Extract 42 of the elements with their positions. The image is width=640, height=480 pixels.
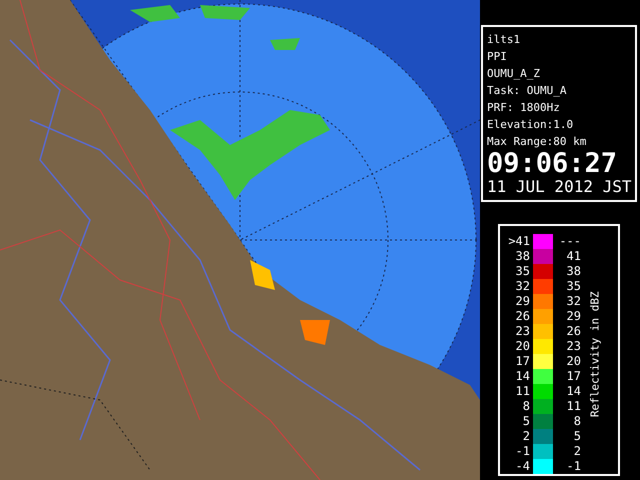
legend-high-value: 23 [566,339,581,354]
legend-high-value: 11 [566,399,581,414]
legend-high-value: -1 [566,459,581,474]
info-text: PPI [487,49,508,65]
legend-high-value: 32 [566,294,581,309]
legend-low-value: 23 [514,324,530,339]
date-text: 11 JUL 2012 JST [487,178,631,196]
legend-low-value: 26 [514,309,530,324]
legend-high-value: --- [558,234,581,249]
legend-high-value: 5 [572,429,581,444]
legend-low-value: 5 [522,414,530,429]
legend-low-value: 32 [514,279,530,294]
legend-low-value: -1 [514,444,530,459]
legend-high-value: 41 [566,249,581,264]
info-text: Task: OUMU_A [487,83,568,99]
legend-high-value: 26 [566,324,581,339]
legend-low-value: 2 [522,429,530,444]
legend-low-value: 11 [514,384,530,399]
legend-high-value: 8 [572,414,581,429]
info-text: ilts1 [487,32,522,48]
legend-low-value: 20 [514,339,530,354]
legend-high-value: 35 [566,279,581,294]
legend-low-value: 17 [514,354,530,369]
legend-low-value: 38 [514,249,530,264]
legend-high-value: 14 [566,384,581,399]
legend-low-value: 29 [514,294,530,309]
legend-low-value: >41 [507,234,530,249]
legend-high-value: 38 [566,264,581,279]
info-text: OUMU_A_Z [487,66,541,82]
time-text: 09:06:27 [487,150,618,178]
legend-low-value: 8 [522,399,530,414]
legend-title: Reflectivity in dBZ [588,291,603,417]
legend-high-value: 2 [572,444,581,459]
legend-high-value: 17 [566,369,581,384]
legend-low-value: 35 [514,264,530,279]
info-text: Max Range:80 km [487,134,588,150]
legend-high-value: 20 [566,354,581,369]
legend-high-value: 29 [566,309,581,324]
legend-low-value: 14 [514,369,530,384]
legend-low-value: -4 [514,459,530,474]
info-text: PRF: 1800Hz [487,100,561,116]
info-text: Elevation:1.0 [487,117,574,133]
